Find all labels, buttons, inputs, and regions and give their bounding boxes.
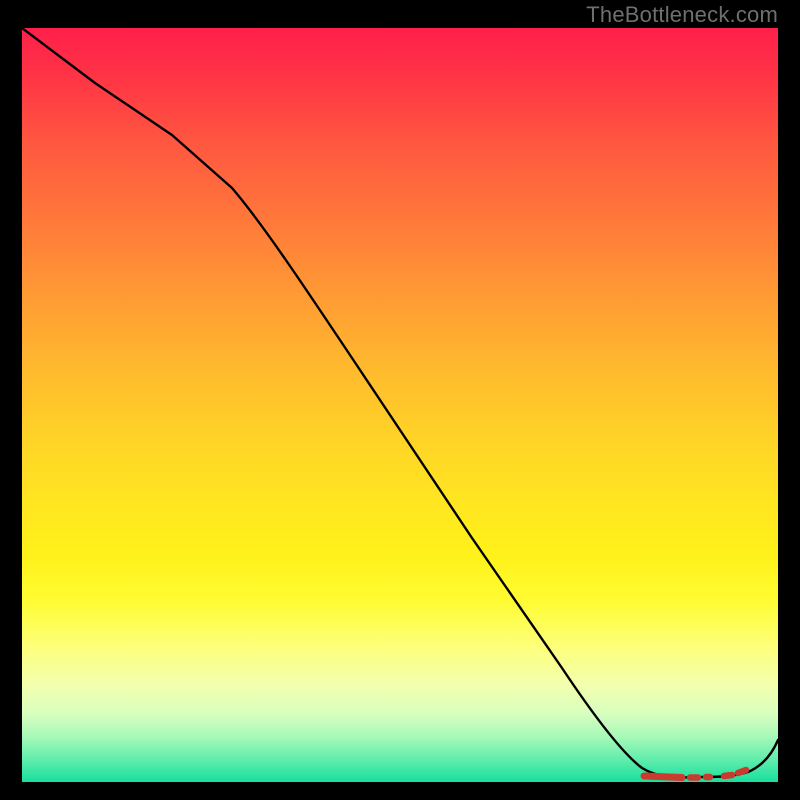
chart-overlay (22, 28, 778, 782)
watermark-text: TheBottleneck.com (586, 2, 778, 28)
flat-region-dash-3 (724, 775, 732, 776)
flat-region-marker (644, 776, 682, 778)
bottleneck-curve-line (22, 28, 778, 777)
chart-frame: TheBottleneck.com (0, 0, 800, 800)
flat-region-dash-4 (738, 770, 746, 773)
